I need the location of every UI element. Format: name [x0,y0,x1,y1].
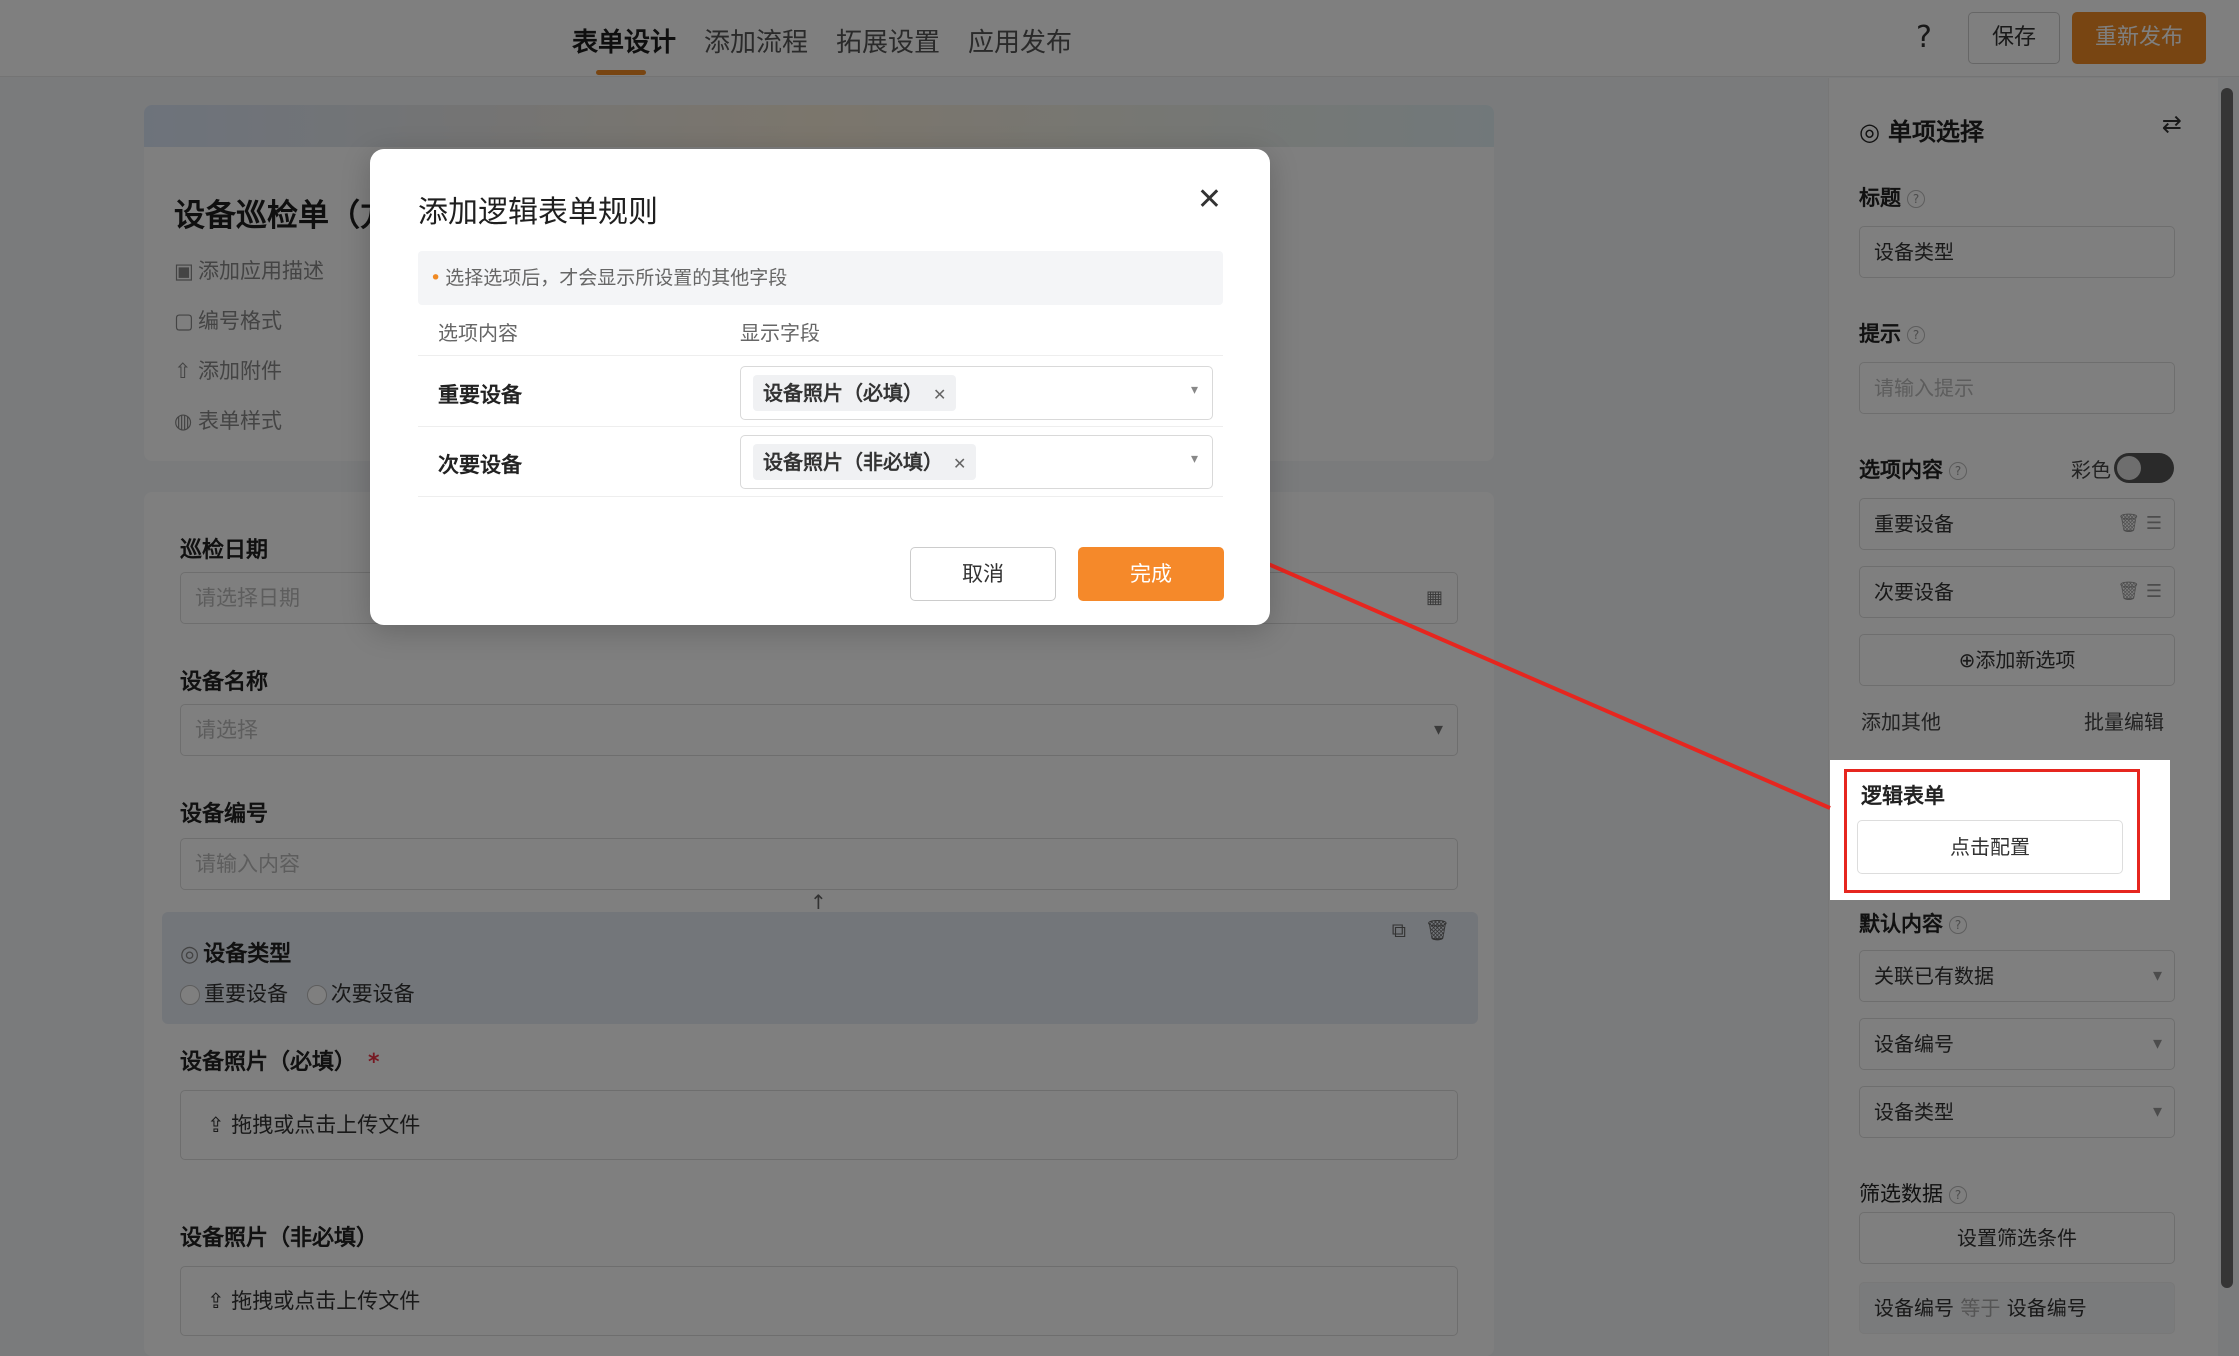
dialog-title: 添加逻辑表单规则 [418,195,658,230]
caret-down-icon: ▾ [1190,451,1198,467]
rule-field-select[interactable]: 设备照片（非必填） ✕ ▾ [740,435,1213,489]
dialog-tip: • 选择选项后，才会显示所设置的其他字段 [418,251,1223,305]
done-button[interactable]: 完成 [1078,547,1224,601]
divider [418,496,1223,497]
column-field-header: 显示字段 [740,321,820,345]
rule-option-label: 次要设备 [438,453,522,477]
highlight-box: 逻辑表单 点击配置 [1844,769,2140,893]
rule-field-select[interactable]: 设备照片（必填） ✕ ▾ [740,366,1213,420]
divider [418,355,1223,356]
caret-down-icon: ▾ [1190,382,1198,398]
field-tag: 设备照片（非必填） ✕ [753,444,977,480]
rule-option-label: 重要设备 [438,383,522,407]
logic-form-label: 逻辑表单 [1861,784,1945,808]
logic-rule-dialog: 添加逻辑表单规则 ✕ • 选择选项后，才会显示所设置的其他字段 选项内容 显示字段… [370,149,1270,625]
remove-tag-icon[interactable]: ✕ [953,454,966,473]
close-icon[interactable]: ✕ [1197,185,1222,215]
logic-config-button[interactable]: 点击配置 [1857,820,2123,874]
remove-tag-icon[interactable]: ✕ [933,385,946,404]
column-option-header: 选项内容 [438,321,518,345]
divider [418,426,1223,427]
field-tag: 设备照片（必填） ✕ [753,375,957,411]
cancel-button[interactable]: 取消 [910,547,1056,601]
